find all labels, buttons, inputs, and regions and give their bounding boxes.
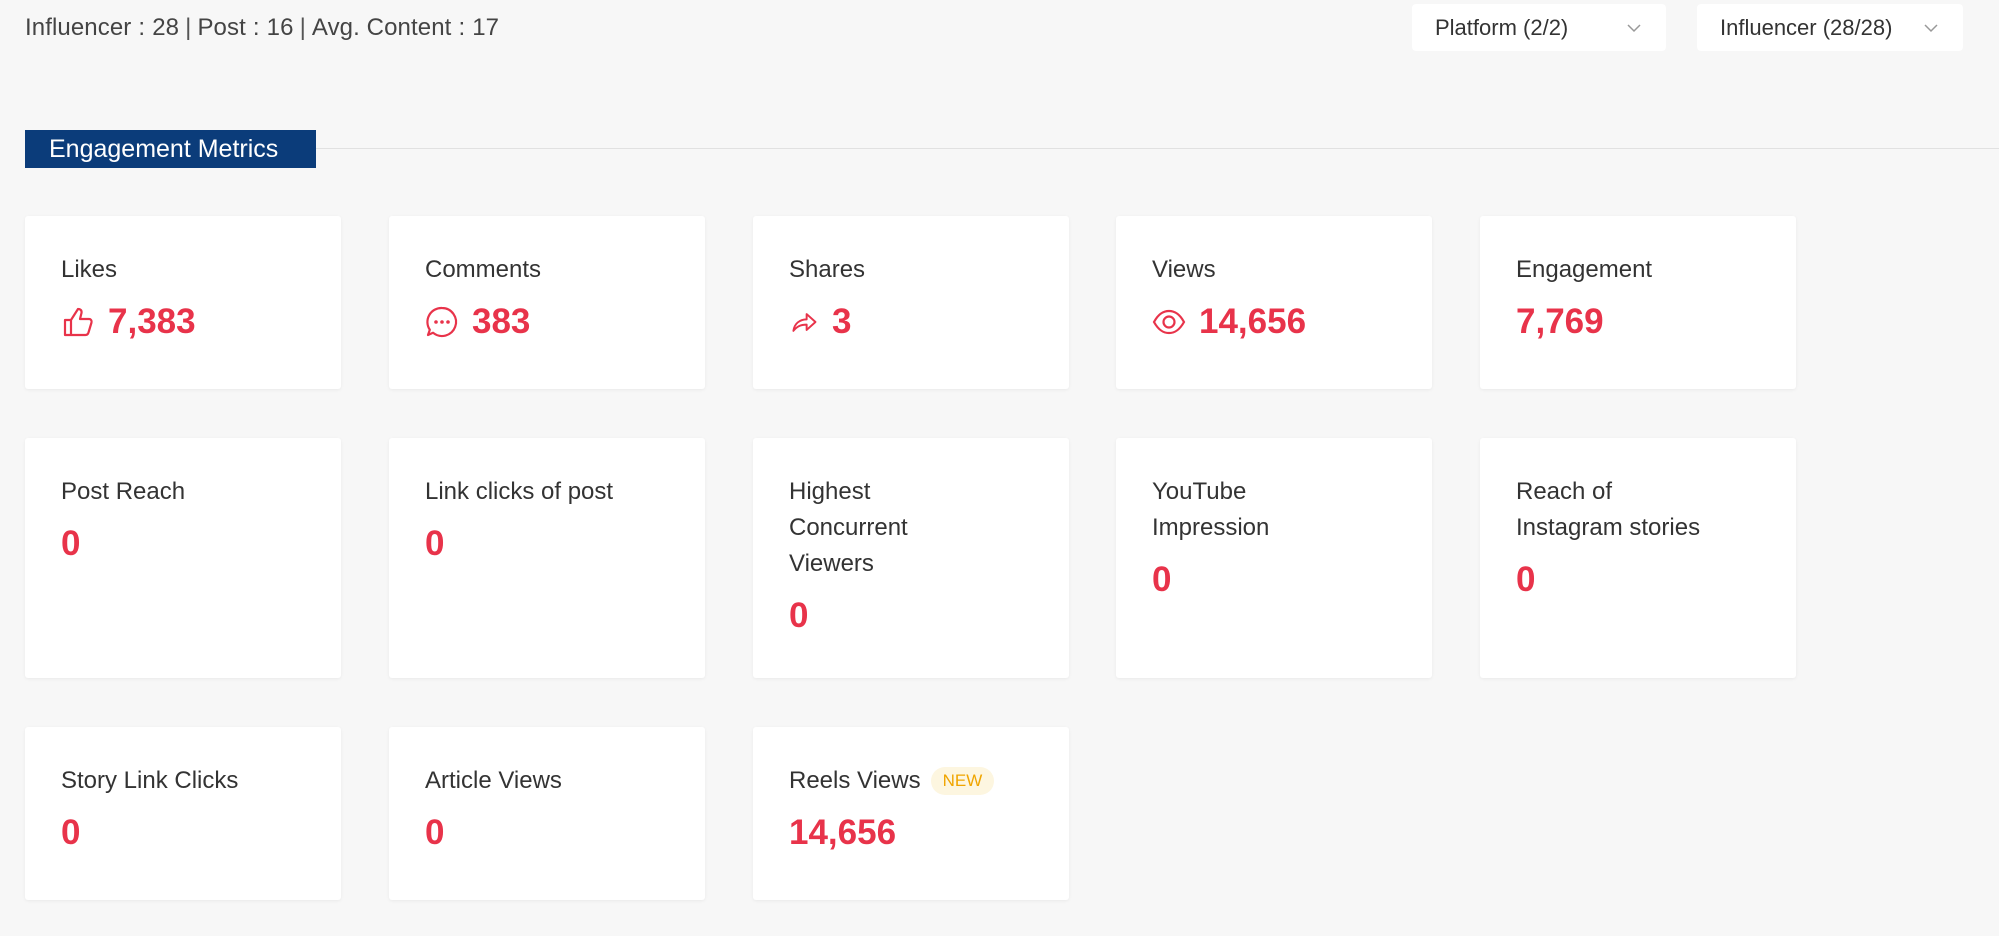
metric-value: 14,656 bbox=[789, 813, 897, 852]
metric-label-line: Highest bbox=[789, 478, 871, 505]
platform-filter-dropdown[interactable]: Platform (2/2) bbox=[1412, 4, 1666, 51]
metric-label: Link clicks of post bbox=[425, 478, 614, 505]
metric-card-youtube-impression: YouTube Impression 0 bbox=[1116, 438, 1432, 678]
metric-value: 0 bbox=[61, 813, 81, 852]
metric-value: 14,656 bbox=[1199, 302, 1307, 341]
metric-card-engagement: Engagement 7,769 bbox=[1480, 216, 1796, 389]
share-icon bbox=[789, 305, 819, 339]
metric-value: 3 bbox=[832, 302, 852, 341]
metric-value: 383 bbox=[472, 302, 531, 341]
metric-label-line: Concurrent bbox=[789, 514, 908, 541]
metric-value: 0 bbox=[425, 524, 445, 563]
metric-label: Likes bbox=[61, 256, 118, 283]
post-count-value: 16 bbox=[266, 14, 294, 41]
metric-card-post-reach: Post Reach 0 bbox=[25, 438, 341, 678]
influencer-count-value: 28 bbox=[152, 14, 180, 41]
metric-card-instagram-stories-reach: Reach of Instagram stories 0 bbox=[1480, 438, 1796, 678]
metric-label: Shares bbox=[789, 256, 866, 283]
metric-label: Story Link Clicks bbox=[61, 767, 239, 794]
chevron-down-icon bbox=[1627, 23, 1641, 32]
summary-stats: Influencer:28 | Post:16 | Avg. Content:17 bbox=[25, 14, 500, 41]
metric-value: 0 bbox=[1516, 560, 1536, 599]
metric-label-line: Instagram stories bbox=[1516, 514, 1701, 541]
chevron-down-icon bbox=[1924, 23, 1938, 32]
section-title: Engagement Metrics bbox=[25, 130, 316, 168]
metric-label: Post Reach bbox=[61, 478, 186, 505]
metric-label-line: Impression bbox=[1152, 514, 1270, 541]
influencer-filter-label: Influencer (28/28) bbox=[1720, 14, 1893, 40]
metric-label: Reels Views bbox=[789, 767, 921, 794]
metric-label-row: Reels Views NEW bbox=[789, 763, 1033, 799]
dashboard-page: Influencer:28 | Post:16 | Avg. Content:17 Pl… bbox=[0, 0, 1999, 936]
new-badge: NEW bbox=[930, 767, 995, 795]
metric-card-article-views: Article Views 0 bbox=[389, 727, 705, 900]
metric-value: 0 bbox=[789, 596, 809, 635]
avg-content-value: 17 bbox=[472, 14, 500, 41]
metric-card-likes: Likes 7,383 bbox=[25, 216, 341, 389]
post-count-label: Post bbox=[197, 14, 246, 41]
metric-value: 0 bbox=[61, 524, 81, 563]
metric-label: Article Views bbox=[425, 767, 562, 794]
thumbs-up-icon bbox=[61, 305, 95, 339]
metric-label-line: Viewers bbox=[789, 550, 874, 577]
metric-card-shares: Shares 3 bbox=[753, 216, 1069, 389]
metric-card-reels-views: Reels Views NEW 14,656 bbox=[753, 727, 1069, 900]
metric-card-link-clicks-post: Link clicks of post 0 bbox=[389, 438, 705, 678]
metric-card-highest-concurrent-viewers: Highest Concurrent Viewers 0 bbox=[753, 438, 1069, 678]
section-divider bbox=[25, 148, 1999, 149]
metric-card-comments: Comments 383 bbox=[389, 216, 705, 389]
comment-icon bbox=[425, 305, 459, 339]
influencer-filter-dropdown[interactable]: Influencer (28/28) bbox=[1697, 4, 1963, 51]
influencer-count-label: Influencer bbox=[25, 14, 132, 41]
platform-filter-label: Platform (2/2) bbox=[1435, 14, 1569, 40]
metric-label: Comments bbox=[425, 256, 542, 283]
avg-content-label: Avg. Content bbox=[311, 14, 452, 41]
metric-label-line: YouTube bbox=[1152, 478, 1247, 505]
metric-value: 0 bbox=[425, 813, 445, 852]
metric-label-line: Reach of bbox=[1516, 478, 1613, 505]
metric-card-story-link-clicks: Story Link Clicks 0 bbox=[25, 727, 341, 900]
metric-card-views: Views 14,656 bbox=[1116, 216, 1432, 389]
metric-label: Views bbox=[1152, 256, 1216, 283]
eye-icon bbox=[1152, 305, 1186, 339]
metric-value: 7,383 bbox=[108, 302, 196, 341]
metric-label: Engagement bbox=[1516, 256, 1653, 283]
metric-value: 0 bbox=[1152, 560, 1172, 599]
metric-value: 7,769 bbox=[1516, 302, 1604, 341]
